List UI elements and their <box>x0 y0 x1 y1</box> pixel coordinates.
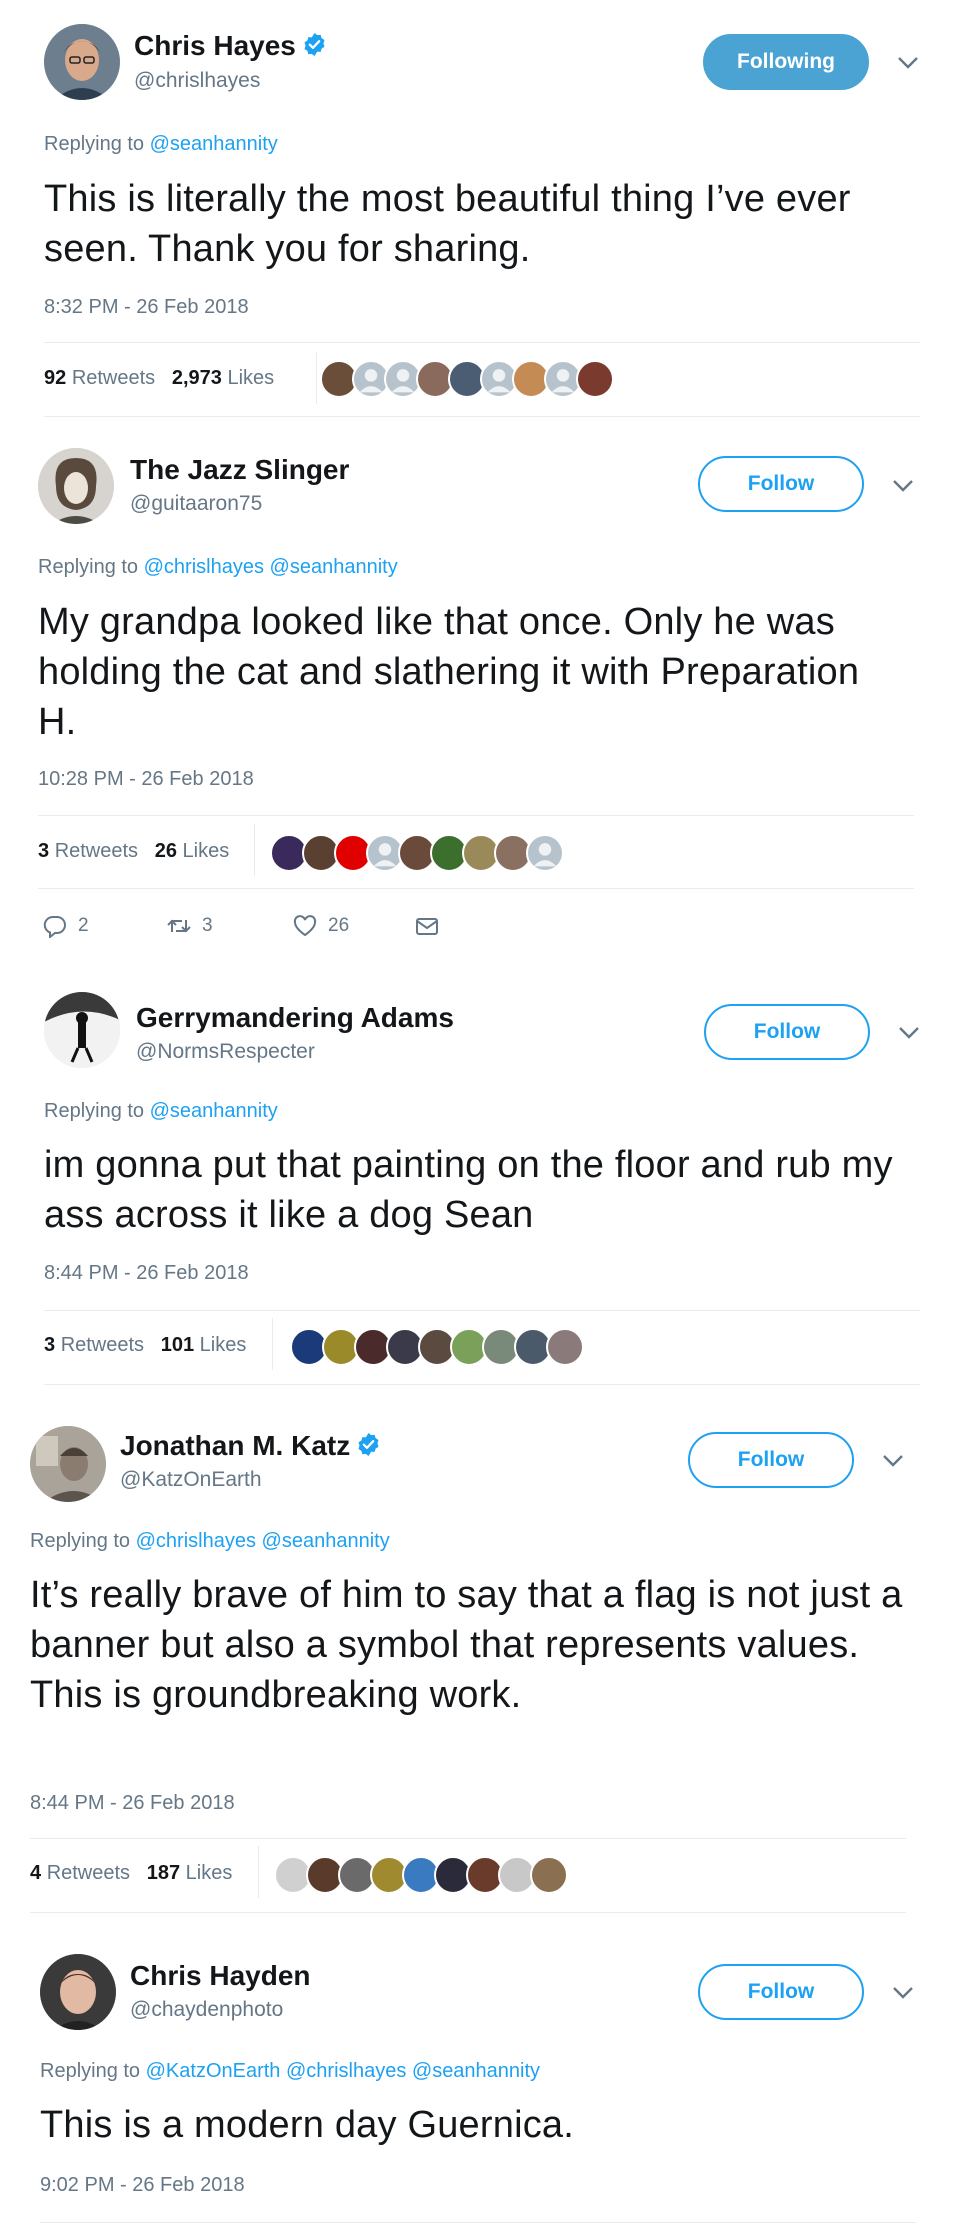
reply-mention-link[interactable]: @KatzOnEarth @chrislhayes @seanhannity <box>146 2060 540 2082</box>
avatar[interactable] <box>38 448 114 524</box>
chevron-down-icon[interactable] <box>882 1454 904 1468</box>
likes-stat[interactable]: 101 Likes <box>161 1334 247 1356</box>
follow-button[interactable]: Follow <box>704 1004 870 1060</box>
like-icon <box>293 915 317 937</box>
retweets-stat[interactable]: 3 Retweets <box>38 840 138 862</box>
handle[interactable]: @chrislhayes <box>134 69 260 93</box>
chevron-down-icon[interactable] <box>898 1026 920 1040</box>
replying-to: Replying to @KatzOnEarth @chrislhayes @s… <box>40 2060 541 2082</box>
display-name[interactable]: Gerrymandering Adams <box>136 1002 454 1034</box>
chevron-down-icon[interactable] <box>892 479 914 493</box>
stats-separator <box>316 352 317 404</box>
divider <box>40 2222 916 2223</box>
tweet-text: This is a modern day Guernica. <box>40 2104 575 2146</box>
following-button[interactable]: Following <box>703 34 869 90</box>
engagement-stats: 4 Retweets 187 Likes <box>30 1862 232 1885</box>
avatar[interactable] <box>40 1954 116 2030</box>
like-action[interactable]: 26 <box>292 914 349 938</box>
timestamp[interactable]: 8:32 PM - 26 Feb 2018 <box>44 296 249 319</box>
divider <box>44 342 920 343</box>
message-action[interactable] <box>414 914 440 938</box>
tweet-text: This is literally the most beautiful thi… <box>44 178 851 270</box>
liker-avatar[interactable] <box>546 1328 584 1366</box>
likes-stat[interactable]: 26 Likes <box>155 840 230 862</box>
divider <box>30 1838 906 1839</box>
timestamp[interactable]: 8:44 PM - 26 Feb 2018 <box>44 1262 249 1285</box>
display-name[interactable]: Chris Hayden <box>130 1960 311 1992</box>
likers-avatars[interactable] <box>290 1328 710 1366</box>
divider <box>44 1384 920 1385</box>
timestamp[interactable]: 9:02 PM - 26 Feb 2018 <box>40 2174 245 2197</box>
liker-avatar[interactable] <box>576 360 614 398</box>
retweets-stat[interactable]: 4 Retweets <box>30 1862 130 1884</box>
reply-mention-link[interactable]: @seanhannity <box>150 1100 278 1122</box>
likers-avatars[interactable] <box>270 834 690 872</box>
liker-avatar[interactable] <box>526 834 564 872</box>
follow-button[interactable]: Follow <box>688 1432 854 1488</box>
divider <box>44 1310 920 1311</box>
chevron-down-icon[interactable] <box>897 56 919 70</box>
divider <box>30 1912 906 1913</box>
avatar[interactable] <box>30 1426 106 1502</box>
engagement-stats: 92 Retweets 2,973 Likes <box>44 367 274 390</box>
handle[interactable]: @chaydenphoto <box>130 1998 283 2022</box>
avatar[interactable] <box>44 24 120 100</box>
reply-icon <box>43 915 66 938</box>
display-name[interactable]: Chris Hayes <box>134 30 327 62</box>
replying-to: Replying to @seanhannity <box>44 133 278 155</box>
message-icon <box>416 918 438 935</box>
divider <box>38 815 914 816</box>
reply-mention-link[interactable]: @seanhannity <box>150 133 278 155</box>
engagement-stats: 3 Retweets 101 Likes <box>44 1334 246 1357</box>
likes-stat[interactable]: 2,973 Likes <box>172 367 274 389</box>
handle[interactable]: @NormsRespecter <box>136 1040 315 1064</box>
stats-separator <box>254 824 255 876</box>
tweet-actions: 2 3 26 <box>38 910 638 944</box>
display-name[interactable]: The Jazz Slinger <box>130 454 349 486</box>
engagement-stats: 3 Retweets 26 Likes <box>38 840 229 863</box>
retweet-action[interactable]: 3 <box>166 914 213 938</box>
likers-avatars[interactable] <box>274 1856 694 1894</box>
display-name[interactable]: Jonathan M. Katz <box>120 1430 381 1462</box>
retweets-stat[interactable]: 3 Retweets <box>44 1334 144 1356</box>
likes-stat[interactable]: 187 Likes <box>147 1862 233 1884</box>
reply-mention-link[interactable]: @chrislhayes @seanhannity <box>144 556 398 578</box>
retweets-stat[interactable]: 92 Retweets <box>44 367 155 389</box>
reply-mention-link[interactable]: @chrislhayes @seanhannity <box>136 1530 390 1552</box>
follow-button[interactable]: Follow <box>698 1964 864 2020</box>
liker-avatar[interactable] <box>530 1856 568 1894</box>
reply-action[interactable]: 2 <box>42 914 89 938</box>
divider <box>38 888 914 889</box>
handle[interactable]: @guitaaron75 <box>130 492 262 516</box>
timestamp[interactable]: 10:28 PM - 26 Feb 2018 <box>38 768 254 791</box>
stats-separator <box>272 1318 273 1370</box>
chevron-down-icon[interactable] <box>892 1986 914 2000</box>
tweet-text: im gonna put that painting on the floor … <box>44 1144 893 1236</box>
replying-to: Replying to @chrislhayes @seanhannity <box>38 556 398 578</box>
verified-badge-icon <box>358 1433 379 1456</box>
verified-badge-icon <box>304 33 325 56</box>
replying-to: Replying to @seanhannity <box>44 1100 278 1122</box>
handle[interactable]: @KatzOnEarth <box>120 1468 262 1492</box>
tweet-text: It’s really brave of him to say that a f… <box>30 1574 903 1716</box>
divider <box>44 416 920 417</box>
follow-button[interactable]: Follow <box>698 456 864 512</box>
avatar[interactable] <box>44 992 120 1068</box>
retweet-icon <box>167 919 191 933</box>
timestamp[interactable]: 8:44 PM - 26 Feb 2018 <box>30 1792 235 1815</box>
replying-to: Replying to @chrislhayes @seanhannity <box>30 1530 390 1552</box>
likers-avatars[interactable] <box>320 360 740 398</box>
tweet-text: My grandpa looked like that once. Only h… <box>38 601 860 743</box>
stats-separator <box>258 1846 259 1898</box>
